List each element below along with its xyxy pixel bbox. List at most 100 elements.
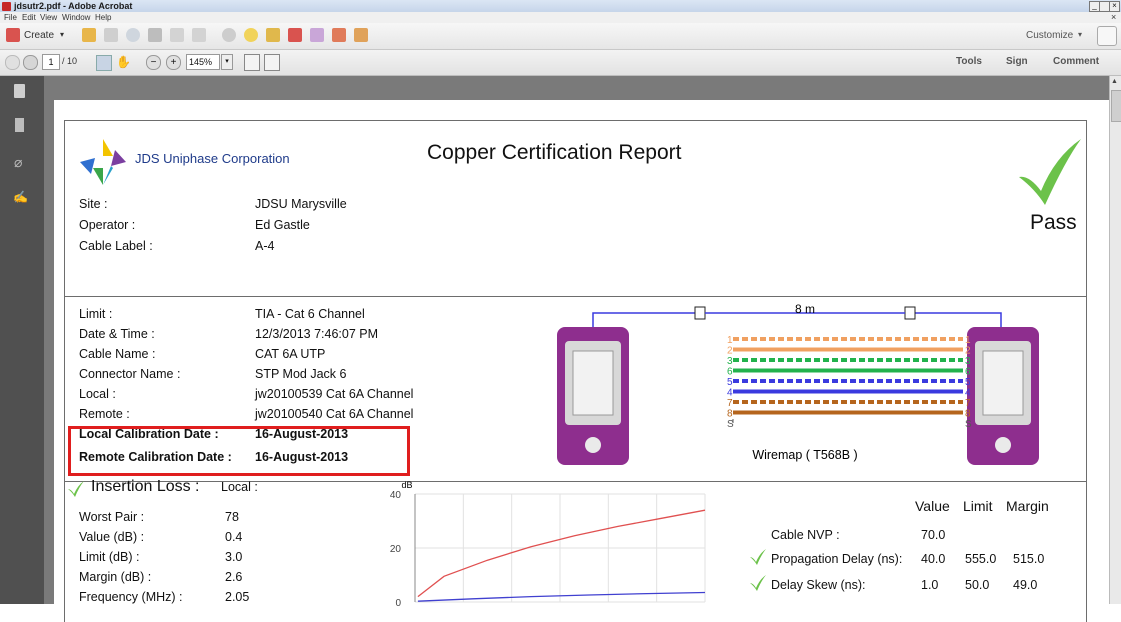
- connector-name-label: Connector Name :: [79, 367, 181, 381]
- il-value-label: Value (dB) :: [79, 530, 145, 544]
- previous-page-icon[interactable]: [5, 55, 20, 70]
- delay-skew-limit: 50.0: [965, 578, 990, 592]
- pin-label-left: 6: [727, 367, 733, 378]
- page-thumbnails-icon[interactable]: [14, 84, 25, 98]
- window-title: jdsutr2.pdf - Adobe Acrobat: [14, 1, 133, 11]
- pdf-combine-icon[interactable]: [332, 28, 346, 42]
- scroll-thumb[interactable]: [1111, 90, 1121, 122]
- company-name: JDS Uniphase Corporation: [135, 151, 290, 166]
- pin-label-left: 4: [727, 388, 733, 399]
- cable-nvp-value: 70.0: [921, 528, 946, 542]
- pdf-page: JDS Uniphase Corporation Copper Certific…: [54, 100, 1109, 622]
- vertical-scrollbar[interactable]: ▲: [1109, 76, 1121, 604]
- remote-label: Remote :: [79, 407, 130, 421]
- propagation-delay-margin: 515.0: [1013, 552, 1045, 566]
- create-button[interactable]: Create: [24, 30, 54, 41]
- select-tool-icon[interactable]: [96, 55, 112, 71]
- comment-tab[interactable]: Comment: [1053, 56, 1099, 67]
- next-page-icon[interactable]: [23, 55, 38, 70]
- main-toolbar: Create ▾ Customize ▾: [0, 23, 1121, 50]
- pin-label-left: 8: [727, 409, 733, 420]
- menu-window[interactable]: Window: [62, 12, 90, 23]
- cable-label-value: A-4: [255, 239, 275, 253]
- sign-tab[interactable]: Sign: [1006, 56, 1028, 67]
- pin-label-left: 2: [727, 346, 733, 357]
- operator-value: Ed Gastle: [255, 218, 310, 232]
- pass-checkmark-icon: [1019, 139, 1081, 205]
- propagation-delay-label: Propagation Delay (ns):: [771, 552, 903, 566]
- pdf-red-icon[interactable]: [288, 28, 302, 42]
- delay-skew-margin: 49.0: [1013, 578, 1038, 592]
- zoom-dropdown-icon[interactable]: ▾: [221, 54, 233, 70]
- fit-page-icon[interactable]: [244, 54, 260, 71]
- propagation-delay-check-icon: [750, 549, 766, 565]
- pin-label-left: 5: [727, 377, 733, 388]
- chart-y-axis-label: dB: [401, 480, 412, 490]
- open-folder-icon[interactable]: [82, 28, 96, 42]
- worst-pair-value: 78: [225, 510, 239, 524]
- email-icon[interactable]: [192, 28, 206, 42]
- report-title: Copper Certification Report: [427, 141, 682, 164]
- print-icon[interactable]: [148, 28, 162, 42]
- settings-icon[interactable]: [222, 28, 236, 42]
- wiremap-length: 8 m: [795, 302, 815, 316]
- local-label: Local :: [79, 387, 116, 401]
- il-margin-label: Margin (dB) :: [79, 570, 152, 584]
- il-margin-value: 2.6: [225, 570, 243, 584]
- menu-view[interactable]: View: [40, 12, 57, 23]
- menu-edit[interactable]: Edit: [22, 12, 36, 23]
- datetime-label: Date & Time :: [79, 327, 155, 341]
- close-document-icon[interactable]: ×: [1111, 12, 1116, 23]
- stamp-icon[interactable]: [266, 28, 280, 42]
- zoom-level-select[interactable]: 145%: [186, 54, 220, 70]
- il-frequency-label: Frequency (MHz) :: [79, 590, 183, 604]
- pin-label-right: 1: [965, 335, 971, 346]
- wiremap-diagram: 1 12 23 36 65 54 47 78 8S S 8 m Wiremap ( T568B ): [557, 302, 1039, 465]
- cable-name-value: CAT 6A UTP: [255, 347, 326, 361]
- save-icon[interactable]: [104, 28, 118, 42]
- customize-dropdown-icon[interactable]: ▾: [1078, 30, 1082, 39]
- site-label: Site :: [79, 197, 108, 211]
- attachments-icon[interactable]: ⌀: [14, 154, 22, 171]
- signatures-icon[interactable]: ✍: [13, 190, 28, 204]
- report-header-box: JDS Uniphase Corporation Copper Certific…: [64, 120, 1087, 297]
- comment-bubble-icon[interactable]: [244, 28, 258, 42]
- calibration-highlight: [68, 426, 410, 476]
- pdf-export-icon[interactable]: [310, 28, 324, 42]
- close-window-button[interactable]: ×: [1109, 1, 1120, 12]
- pdf-app-icon: [2, 2, 11, 11]
- fit-width-icon[interactable]: [264, 54, 280, 71]
- pin-label-left: S: [727, 419, 734, 430]
- tools-tab[interactable]: Tools: [956, 56, 982, 67]
- customize-button[interactable]: Customize: [1026, 30, 1073, 41]
- hand-tool-icon[interactable]: ✋: [116, 55, 131, 69]
- insertion-loss-chart: dB40 20 0: [390, 480, 706, 606]
- menu-file[interactable]: File: [4, 12, 17, 23]
- zoom-out-icon[interactable]: −: [146, 55, 161, 70]
- pin-label-left: 1: [727, 335, 733, 346]
- page-number-input[interactable]: 1: [42, 54, 60, 70]
- pin-label-right: 8: [965, 409, 971, 420]
- chart-series-line-1: [417, 509, 706, 598]
- results-header-margin: Margin: [1006, 498, 1049, 514]
- cable-name-label: Cable Name :: [79, 347, 156, 361]
- pdf-secure-icon[interactable]: [354, 28, 368, 42]
- delay-skew-label: Delay Skew (ns):: [771, 578, 866, 592]
- page-total: / 10: [62, 56, 78, 66]
- menu-bar: File Edit View Window Help ×: [0, 12, 1121, 23]
- pin-label-left: 7: [727, 398, 733, 409]
- edit-icon[interactable]: [170, 28, 184, 42]
- bookmarks-icon[interactable]: [15, 118, 24, 132]
- insertion-loss-box: Insertion Loss : Local : Worst Pair : 78…: [64, 478, 1087, 622]
- cloud-icon[interactable]: [126, 28, 140, 42]
- scroll-up-icon[interactable]: ▲: [1111, 78, 1118, 85]
- il-value-value: 0.4: [225, 530, 243, 544]
- navigation-toolbar: 1 / 10 ✋ − + 145% ▾ Tools Sign Comment: [0, 50, 1121, 76]
- create-icon[interactable]: [6, 28, 20, 42]
- expand-icon[interactable]: [1097, 26, 1117, 46]
- create-dropdown-icon[interactable]: ▾: [60, 30, 64, 39]
- results-header-limit: Limit: [963, 498, 993, 514]
- menu-help[interactable]: Help: [95, 12, 111, 23]
- zoom-in-icon[interactable]: +: [166, 55, 181, 70]
- insertion-loss-check-icon: [68, 481, 84, 497]
